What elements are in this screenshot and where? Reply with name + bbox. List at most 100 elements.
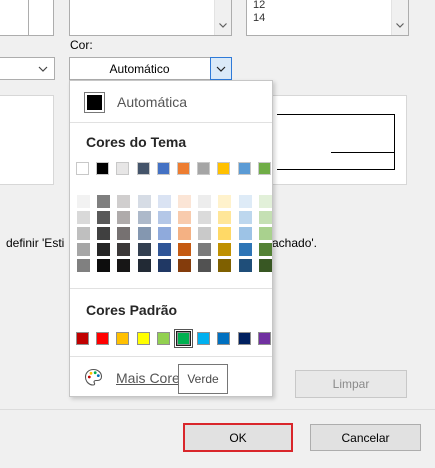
automatic-color-option[interactable]: Automática [74, 89, 268, 115]
theme-tint-swatch[interactable] [178, 227, 191, 240]
theme-color-swatch[interactable] [156, 162, 170, 175]
standard-color-swatch[interactable] [197, 332, 211, 345]
color-palette-dropdown: Automática Cores do Tema Cores Padrão Ma… [69, 80, 273, 397]
theme-colors-title: Cores do Tema [86, 134, 187, 150]
theme-tint-swatch[interactable] [198, 227, 212, 240]
theme-tint-swatch[interactable] [218, 259, 232, 272]
cancel-button[interactable]: Cancelar [310, 424, 421, 451]
standard-color-swatch[interactable] [156, 332, 170, 345]
separator [70, 288, 272, 289]
theme-tint-swatch[interactable] [137, 211, 151, 224]
info-text-left: definir 'Esti [6, 236, 65, 250]
standard-colors-title: Cores Padrão [86, 302, 178, 318]
theme-color-swatch[interactable] [257, 162, 271, 175]
theme-tint-swatch[interactable] [258, 195, 272, 208]
scroll-down-icon[interactable] [219, 21, 227, 29]
theme-tint-swatch[interactable] [198, 211, 212, 224]
effects-group-box [0, 95, 54, 185]
clear-button[interactable]: Limpar [295, 370, 407, 398]
theme-tint-swatch[interactable] [97, 211, 111, 224]
theme-tint-swatch[interactable] [198, 195, 212, 208]
theme-tint-swatch[interactable] [198, 259, 212, 272]
selected-standard-color-swatch[interactable] [176, 331, 191, 346]
theme-color-swatch[interactable] [76, 162, 89, 175]
theme-tint-swatch[interactable] [157, 211, 171, 224]
theme-tint-swatch[interactable] [137, 243, 151, 256]
ok-button[interactable]: OK [183, 423, 293, 452]
underline-combo[interactable] [0, 57, 55, 80]
standard-color-swatch[interactable] [237, 332, 251, 345]
theme-tint-swatch[interactable] [238, 211, 252, 224]
theme-color-swatch[interactable] [136, 162, 150, 175]
size-list[interactable]: 12 14 [246, 0, 409, 36]
standard-color-swatch[interactable] [136, 332, 150, 345]
theme-tint-swatch[interactable] [97, 227, 111, 240]
preview-box [271, 95, 407, 185]
size-list-scrollbar[interactable] [391, 0, 408, 35]
chevron-down-icon [216, 66, 226, 72]
theme-tint-swatch[interactable] [117, 211, 131, 224]
theme-color-swatch[interactable] [116, 162, 130, 175]
theme-tint-swatch[interactable] [218, 243, 232, 256]
standard-color-swatch[interactable] [116, 332, 130, 345]
theme-tint-swatch[interactable] [77, 211, 90, 224]
theme-tint-swatch[interactable] [157, 259, 171, 272]
color-tooltip: Verde [178, 364, 228, 394]
underline-dropdown-button[interactable] [32, 58, 54, 79]
theme-tint-swatch[interactable] [238, 195, 252, 208]
theme-tint-swatch[interactable] [238, 259, 252, 272]
color-dropdown-button[interactable] [210, 57, 232, 80]
standard-color-swatch[interactable] [217, 332, 231, 345]
scroll-down-icon[interactable] [396, 21, 404, 29]
size-item-12[interactable]: 12 [253, 0, 265, 11]
theme-tint-swatch[interactable] [238, 227, 252, 240]
automatic-swatch [84, 92, 105, 113]
theme-tint-swatch[interactable] [258, 211, 272, 224]
theme-tint-swatch[interactable] [178, 243, 191, 256]
theme-tint-swatch[interactable] [97, 259, 111, 272]
theme-tint-swatch[interactable] [178, 195, 191, 208]
theme-tint-swatch[interactable] [157, 195, 171, 208]
theme-tint-swatch[interactable] [258, 243, 272, 256]
bottom-separator [0, 409, 435, 410]
theme-color-swatch[interactable] [177, 162, 190, 175]
color-combo[interactable]: Automático [69, 57, 232, 80]
theme-tint-swatch[interactable] [137, 259, 151, 272]
font-list-scrollbar[interactable] [214, 0, 231, 35]
theme-tint-swatch[interactable] [157, 227, 171, 240]
standard-color-swatch[interactable] [96, 332, 110, 345]
theme-tint-swatch[interactable] [77, 259, 90, 272]
font-list[interactable] [69, 0, 232, 36]
theme-color-swatch[interactable] [96, 162, 110, 175]
theme-tint-swatch[interactable] [137, 227, 151, 240]
theme-color-swatch[interactable] [197, 162, 211, 175]
theme-tint-swatch[interactable] [77, 243, 90, 256]
theme-tint-swatch[interactable] [137, 195, 151, 208]
theme-color-swatch[interactable] [237, 162, 251, 175]
theme-tint-swatch[interactable] [218, 227, 232, 240]
chevron-down-icon [38, 66, 48, 72]
standard-color-swatch[interactable] [76, 332, 89, 345]
theme-tint-swatch[interactable] [97, 195, 111, 208]
theme-tint-swatch[interactable] [178, 211, 191, 224]
theme-color-swatch[interactable] [217, 162, 231, 175]
theme-tint-swatch[interactable] [117, 195, 131, 208]
more-colors-option[interactable]: Mais Cores... [74, 364, 198, 390]
info-text-right: achado'. [272, 236, 317, 250]
theme-tint-swatch[interactable] [198, 243, 212, 256]
theme-tint-swatch[interactable] [117, 227, 131, 240]
theme-tint-swatch[interactable] [258, 227, 272, 240]
theme-tint-swatch[interactable] [157, 243, 171, 256]
size-item-14[interactable]: 14 [253, 13, 265, 24]
theme-tint-swatch[interactable] [218, 195, 232, 208]
theme-tint-swatch[interactable] [178, 259, 191, 272]
theme-tint-swatch[interactable] [97, 243, 111, 256]
theme-tint-swatch[interactable] [258, 259, 272, 272]
theme-tint-swatch[interactable] [218, 211, 232, 224]
theme-tint-swatch[interactable] [77, 227, 90, 240]
theme-tint-swatch[interactable] [117, 243, 131, 256]
theme-tint-swatch[interactable] [238, 243, 252, 256]
standard-color-swatch[interactable] [257, 332, 271, 345]
theme-tint-swatch[interactable] [117, 259, 131, 272]
theme-tint-swatch[interactable] [77, 195, 90, 208]
